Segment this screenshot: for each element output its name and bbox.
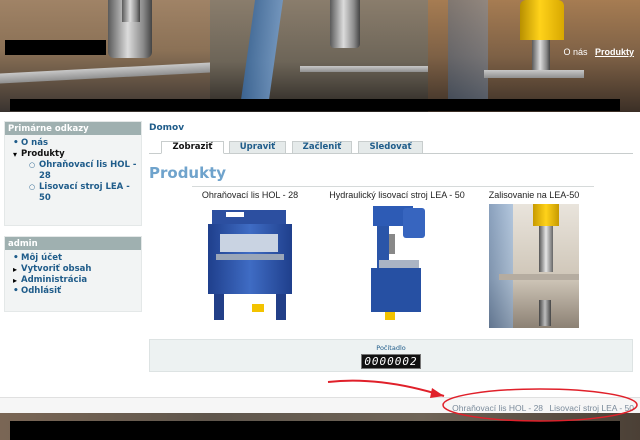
tab-track[interactable]: Sledovať bbox=[358, 141, 423, 154]
product-caption[interactable]: Ohraňovací lis HOL - 28 bbox=[198, 190, 302, 200]
product-card-hol-28[interactable]: Ohraňovací lis HOL - 28 bbox=[198, 190, 302, 320]
page-title: Produkty bbox=[149, 164, 227, 182]
sidebar-item-create-content[interactable]: Vytvoriť obsah bbox=[5, 264, 141, 275]
tab-edit[interactable]: Upraviť bbox=[229, 141, 286, 154]
footer-link-lea-50[interactable]: Lisovací stroj LEA - 50 bbox=[549, 403, 634, 413]
user-menu-title: admin bbox=[5, 237, 141, 250]
products-view: Ohraňovací lis HOL - 28 Hydraulický liso… bbox=[192, 186, 594, 332]
press-brake-image[interactable] bbox=[206, 204, 294, 320]
primary-nav: O nás Produkty bbox=[558, 47, 634, 57]
nav-link-products[interactable]: Produkty bbox=[595, 47, 634, 57]
pressing-photo[interactable] bbox=[489, 204, 579, 328]
hydraulic-press-image[interactable] bbox=[363, 204, 431, 322]
site-logo-redacted bbox=[5, 40, 106, 55]
nav-link-about[interactable]: O nás bbox=[563, 47, 587, 57]
footer-link-hol-28[interactable]: Ohraňovací lis HOL - 28 bbox=[452, 403, 543, 413]
header-photo-2 bbox=[210, 0, 428, 112]
user-menu-block: admin Môj účet Vytvoriť obsah Administrá… bbox=[4, 236, 142, 312]
footer-links: Ohraňovací lis HOL - 28 Lisovací stroj L… bbox=[448, 403, 634, 413]
user-menu: Môj účet Vytvoriť obsah Administrácia Od… bbox=[5, 250, 141, 303]
sidebar-item-hol-28[interactable]: Ohraňovací lis HOL - 28 bbox=[5, 160, 141, 182]
footer-redacted bbox=[10, 421, 620, 440]
header-photo-1 bbox=[0, 0, 210, 112]
product-caption[interactable]: Zalisovanie na LEA-50 bbox=[482, 190, 586, 200]
sidebar-item-administration[interactable]: Administrácia bbox=[5, 275, 141, 286]
counter-label: Počítadlo bbox=[376, 344, 406, 352]
sidebar-item-products[interactable]: Produkty bbox=[5, 149, 141, 160]
product-card-lea-50[interactable]: Hydraulický lisovací stroj LEA - 50 bbox=[324, 190, 470, 322]
primary-links-block: Primárne odkazy O nás Produkty Ohraňovac… bbox=[4, 121, 142, 226]
header-banner: O nás Produkty bbox=[0, 0, 640, 112]
product-caption[interactable]: Hydraulický lisovací stroj LEA - 50 bbox=[324, 190, 470, 200]
sidebar-item-logout[interactable]: Odhlásiť bbox=[5, 286, 141, 297]
primary-links-title: Primárne odkazy bbox=[5, 122, 141, 135]
tab-outline[interactable]: Začleniť bbox=[292, 141, 352, 154]
sidebar-item-lea-50[interactable]: Lisovací stroj LEA - 50 bbox=[5, 182, 141, 204]
hit-counter-block: Počítadlo 0000002 bbox=[149, 339, 633, 372]
local-tabs: Zobraziť Upraviť Začleniť Sledovať bbox=[149, 139, 633, 154]
sidebar-item-about[interactable]: O nás bbox=[5, 138, 141, 149]
tab-view[interactable]: Zobraziť bbox=[161, 141, 224, 154]
sidebar-item-my-account[interactable]: Môj účet bbox=[5, 253, 141, 264]
counter-value: 0000002 bbox=[361, 354, 421, 369]
slogan-redacted bbox=[10, 99, 620, 111]
product-card-lea-50-pressing[interactable]: Zalisovanie na LEA-50 bbox=[482, 190, 586, 328]
annotation-arrow bbox=[327, 379, 445, 397]
primary-links-menu: O nás Produkty Ohraňovací lis HOL - 28 L… bbox=[5, 135, 141, 210]
breadcrumb-home[interactable]: Domov bbox=[149, 123, 184, 133]
